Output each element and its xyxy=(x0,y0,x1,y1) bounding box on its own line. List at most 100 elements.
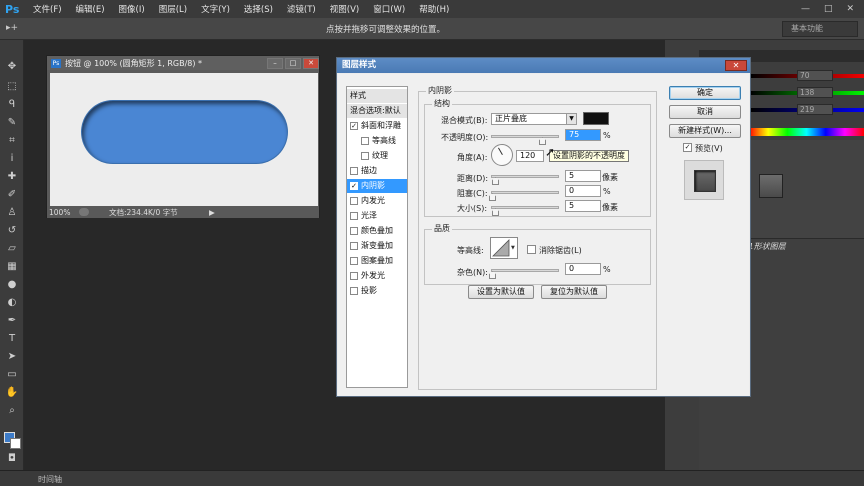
brush-tool-icon[interactable]: ✐ xyxy=(4,188,20,202)
status-arrow-icon[interactable]: ▶ xyxy=(209,208,215,217)
checkbox-icon[interactable] xyxy=(350,272,358,280)
gradient-tool-icon[interactable]: ▦ xyxy=(4,260,20,274)
menu-help[interactable]: 帮助(H) xyxy=(412,3,456,15)
style-texture[interactable]: 纹理 xyxy=(347,149,407,163)
doc-maximize-icon[interactable]: □ xyxy=(285,57,301,69)
zoom-tool-icon[interactable]: ⌕ xyxy=(4,404,20,418)
reset-default-button[interactable]: 复位为默认值 xyxy=(541,285,607,299)
blue-value[interactable]: 219 xyxy=(797,104,833,115)
style-pattern-overlay[interactable]: 图案叠加 xyxy=(347,254,407,268)
menu-edit[interactable]: 编辑(E) xyxy=(69,3,112,15)
type-tool-icon[interactable]: T xyxy=(4,332,20,346)
blur-tool-icon[interactable]: ● xyxy=(4,278,20,292)
status-icon[interactable] xyxy=(79,208,89,216)
checkbox-icon[interactable]: ✓ xyxy=(350,122,358,130)
checkbox-icon[interactable] xyxy=(350,257,358,265)
eraser-tool-icon[interactable]: ▱ xyxy=(4,242,20,256)
style-swatch[interactable] xyxy=(759,174,783,198)
maximize-icon[interactable]: □ xyxy=(824,4,833,14)
menu-image[interactable]: 图像(I) xyxy=(112,3,152,15)
size-slider[interactable] xyxy=(491,206,559,209)
blending-options-item[interactable]: 混合选项:默认 xyxy=(347,104,407,118)
checkbox-icon[interactable] xyxy=(350,212,358,220)
style-satin[interactable]: 光泽 xyxy=(347,209,407,223)
menu-window[interactable]: 窗口(W) xyxy=(366,3,412,15)
menu-file[interactable]: 文件(F) xyxy=(26,3,69,15)
checkbox-icon[interactable] xyxy=(350,167,358,175)
contour-chevron-icon[interactable]: ▼ xyxy=(511,238,517,258)
chevron-down-icon[interactable]: ▼ xyxy=(566,114,576,124)
checkbox-icon[interactable]: ✓ xyxy=(350,182,358,190)
choke-slider[interactable] xyxy=(491,191,559,194)
checkbox-icon[interactable] xyxy=(361,152,369,160)
lasso-tool-icon[interactable]: ᑫ xyxy=(4,98,20,112)
distance-input[interactable]: 5 xyxy=(565,170,601,182)
marquee-tool-icon[interactable]: ⬚ xyxy=(4,80,20,94)
stamp-tool-icon[interactable]: ♙ xyxy=(4,206,20,220)
menu-view[interactable]: 视图(V) xyxy=(323,3,366,15)
doc-minimize-icon[interactable]: – xyxy=(267,57,283,69)
menu-filter[interactable]: 滤镜(T) xyxy=(280,3,323,15)
red-value[interactable]: 70 xyxy=(797,70,833,81)
pen-tool-icon[interactable]: ✒ xyxy=(4,314,20,328)
contour-picker[interactable]: ▼ xyxy=(490,237,518,259)
menu-type[interactable]: 文字(Y) xyxy=(194,3,237,15)
canvas[interactable] xyxy=(50,73,318,206)
noise-input[interactable]: 0 xyxy=(565,263,601,275)
distance-slider[interactable] xyxy=(491,175,559,178)
crop-tool-icon[interactable]: ⌗ xyxy=(4,134,20,148)
quick-select-tool-icon[interactable]: ✎ xyxy=(4,116,20,130)
style-bevel-emboss[interactable]: ✓ 斜面和浮雕 xyxy=(347,119,407,133)
document-tab[interactable]: Ps 按钮 @ 100% (圆角矩形 1, RGB/8) * – □ ✕ xyxy=(47,56,319,70)
blend-mode-select[interactable]: 正片叠底 ▼ xyxy=(491,113,577,125)
make-default-button[interactable]: 设置为默认值 xyxy=(468,285,534,299)
style-inner-shadow[interactable]: ✓ 内阴影 xyxy=(347,179,407,193)
shadow-color-swatch[interactable] xyxy=(583,112,609,125)
checkbox-icon[interactable] xyxy=(350,227,358,235)
angle-input[interactable]: 120 xyxy=(516,150,544,162)
style-contour[interactable]: 等高线 xyxy=(347,134,407,148)
minimize-icon[interactable]: — xyxy=(801,4,810,14)
healing-tool-icon[interactable]: ✚ xyxy=(4,170,20,184)
antialias-checkbox[interactable] xyxy=(527,245,536,254)
dialog-close-icon[interactable]: ✕ xyxy=(725,60,747,71)
eyedropper-tool-icon[interactable]: ⅰ xyxy=(4,152,20,166)
shape-tool-icon[interactable]: ▭ xyxy=(4,368,20,382)
dodge-tool-icon[interactable]: ◐ xyxy=(4,296,20,310)
green-value[interactable]: 138 xyxy=(797,87,833,98)
preview-checkbox[interactable]: ✓ xyxy=(683,143,692,152)
cancel-button[interactable]: 取消 xyxy=(669,105,741,119)
ok-button[interactable]: 确定 xyxy=(669,86,741,100)
menu-select[interactable]: 选择(S) xyxy=(237,3,280,15)
angle-dial[interactable] xyxy=(491,144,513,166)
checkbox-icon[interactable] xyxy=(350,242,358,250)
move-tool-icon[interactable]: ▸+ xyxy=(6,23,18,33)
size-input[interactable]: 5 xyxy=(565,200,601,212)
timeline-tab[interactable]: 时间轴 xyxy=(38,474,62,485)
style-color-overlay[interactable]: 颜色叠加 xyxy=(347,224,407,238)
style-gradient-overlay[interactable]: 渐变叠加 xyxy=(347,239,407,253)
opacity-slider[interactable] xyxy=(491,135,559,138)
noise-slider[interactable] xyxy=(491,269,559,272)
style-drop-shadow[interactable]: 投影 xyxy=(347,284,407,298)
style-list-header[interactable]: 样式 xyxy=(347,89,407,103)
new-style-button[interactable]: 新建样式(W)... xyxy=(669,124,741,138)
opacity-input[interactable]: 75 xyxy=(565,129,601,141)
style-stroke[interactable]: 描边 xyxy=(347,164,407,178)
move-tool-icon[interactable]: ✥ xyxy=(4,60,20,74)
background-color-swatch[interactable] xyxy=(10,438,21,449)
quick-mask-icon[interactable]: ◘ xyxy=(4,452,20,466)
style-inner-glow[interactable]: 内发光 xyxy=(347,194,407,208)
checkbox-icon[interactable] xyxy=(350,287,358,295)
checkbox-icon[interactable] xyxy=(361,137,369,145)
path-select-tool-icon[interactable]: ➤ xyxy=(4,350,20,364)
doc-close-icon[interactable]: ✕ xyxy=(303,57,319,69)
history-brush-tool-icon[interactable]: ↺ xyxy=(4,224,20,238)
zoom-level[interactable]: 100% xyxy=(49,208,79,217)
menu-layer[interactable]: 图层(L) xyxy=(152,3,194,15)
close-icon[interactable]: ✕ xyxy=(846,4,854,14)
hand-tool-icon[interactable]: ✋ xyxy=(4,386,20,400)
checkbox-icon[interactable] xyxy=(350,197,358,205)
style-outer-glow[interactable]: 外发光 xyxy=(347,269,407,283)
choke-input[interactable]: 0 xyxy=(565,185,601,197)
